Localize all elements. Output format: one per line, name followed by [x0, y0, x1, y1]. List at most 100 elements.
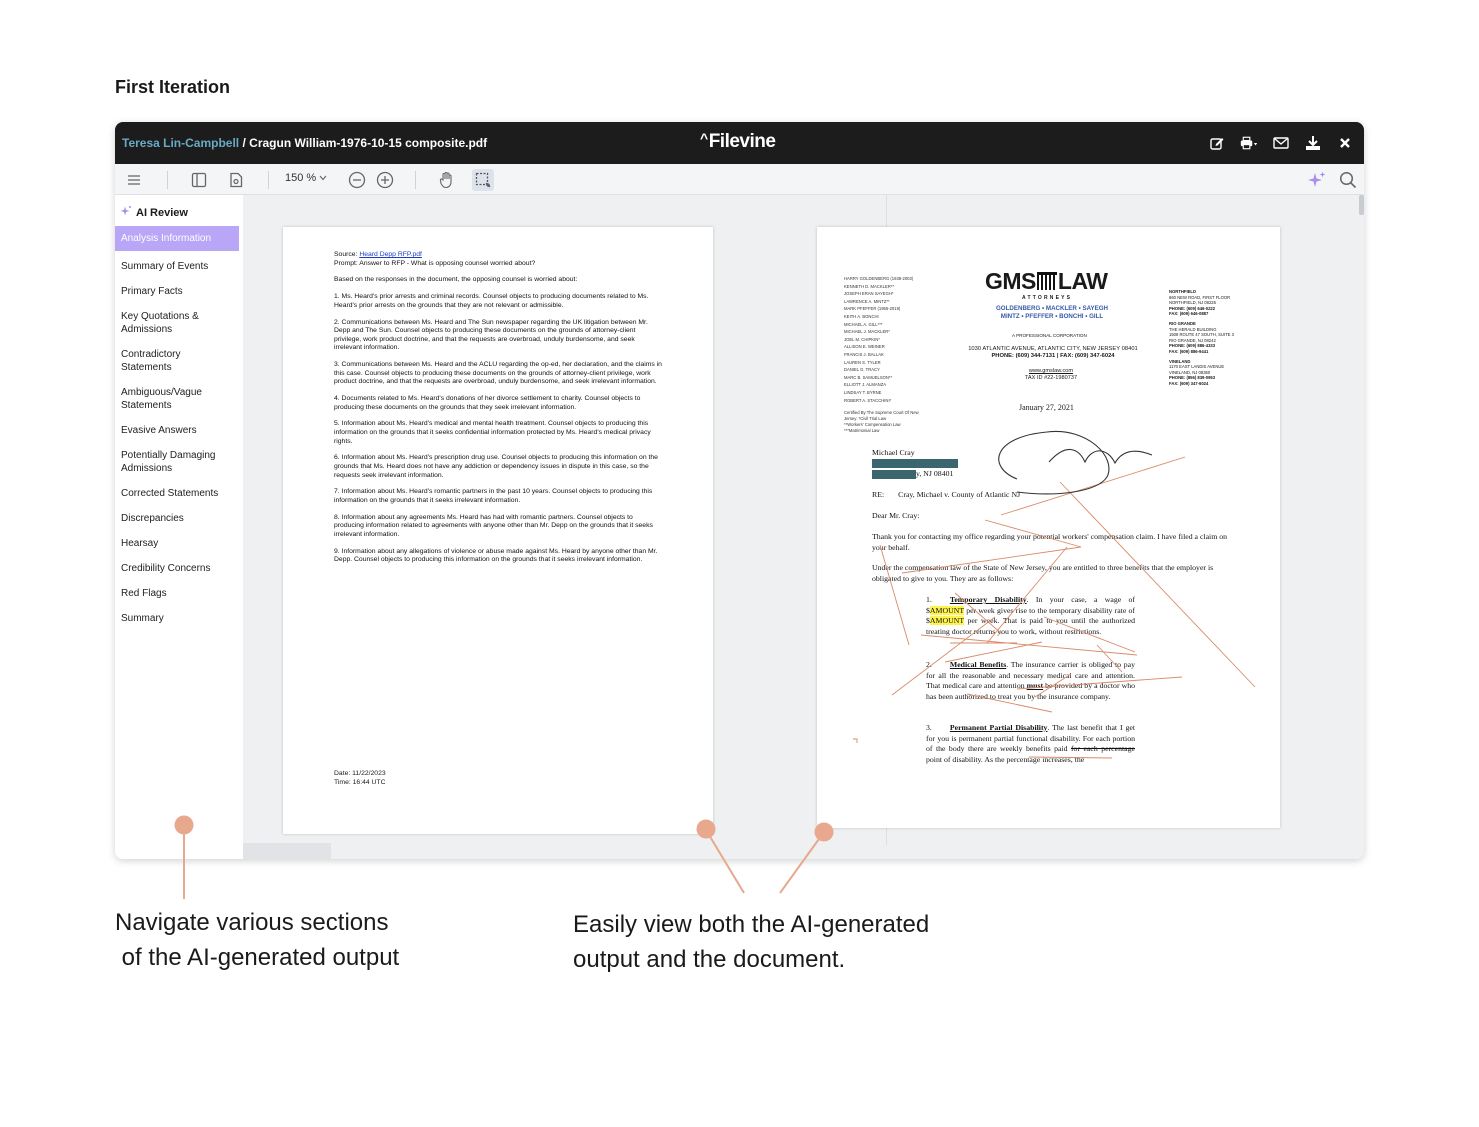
- office-line: FAX: (609) 886-9441: [1169, 348, 1209, 354]
- attorney-name: LAWRENCE A. MINTZ**: [844, 298, 890, 304]
- certification-note: ***Matrimonial Law: [844, 428, 880, 434]
- sidebar-item-summary[interactable]: Summary: [115, 612, 239, 625]
- attorney-name: JOEL M. CHIPKIN*: [844, 336, 880, 342]
- firm-subtitle: ATTORNEYS: [1022, 295, 1073, 301]
- search-icon[interactable]: [1337, 169, 1359, 191]
- title-bar: Teresa Lin-Campbell / Cragun William-197…: [115, 122, 1364, 164]
- firm-partners: GOLDENBERG • MACKLER • SAYEGH MINTZ • PF…: [984, 305, 1120, 321]
- caption-line: Easily view both the AI-generated: [573, 911, 930, 938]
- item-title: Permanent Partial Disability: [949, 723, 1048, 732]
- attorney-name: HARRY GOLDENBERG (1938-2003): [844, 276, 914, 281]
- recipient-city-line: y, NJ 08401: [872, 469, 958, 480]
- concern-item: 7. Information about Ms. Heard's romanti…: [334, 488, 653, 504]
- sidebar-item-contradictory-statements[interactable]: Contradictory Statements: [115, 348, 239, 374]
- sidebar-item-summary-of-events[interactable]: Summary of Events: [115, 260, 239, 273]
- logo-right: LAW: [1057, 268, 1108, 294]
- close-icon[interactable]: [1336, 134, 1354, 152]
- caption-right: Easily view both the AI-generated output…: [573, 907, 929, 977]
- attorney-name: LAUREN S. TYLER: [844, 359, 881, 365]
- sidebar-item-hearsay[interactable]: Hearsay: [115, 537, 239, 550]
- attorney-name: JOSEPH ERAN SAYEGH*: [844, 291, 894, 297]
- concern-item: 4. Documents related to Ms. Heard's dona…: [334, 395, 641, 411]
- zoom-in-icon[interactable]: [374, 169, 396, 191]
- menu-icon[interactable]: [123, 169, 145, 191]
- office-line: FAX: (609) 646-0887: [1169, 311, 1209, 317]
- website: www.gmslaw.com: [1028, 368, 1074, 374]
- annotation-stroke: [944, 641, 1043, 663]
- sidebar-item-analysis-information[interactable]: Analysis Information: [115, 226, 239, 251]
- ai-output-footer: Date: 11/22/2023 Time: 16:44 UTC: [334, 770, 386, 787]
- office-line: FAX: (609) 347-6024: [1169, 380, 1209, 386]
- breadcrumb-client-link[interactable]: Teresa Lin-Campbell: [122, 136, 239, 150]
- phone-line: PHONE: (609) 344-7131 | FAX: (609) 347-6…: [991, 353, 1115, 359]
- zoom-value: 150 %: [285, 172, 317, 184]
- attorney-name: MARK PFEFFER (1955-2019): [844, 306, 901, 312]
- attorney-name: MARC B. SAMUELSON**: [844, 374, 893, 380]
- titlebar-actions: [1208, 134, 1354, 152]
- firm-partners-line: MINTZ • PFEFFER • BONCHI • GILL: [1000, 313, 1104, 320]
- marquee-select-icon[interactable]: [472, 169, 494, 191]
- annotation-stroke: [879, 544, 910, 646]
- caption-line: output and the document.: [573, 946, 846, 973]
- pdf-viewer-app: Teresa Lin-Campbell / Cragun William-197…: [115, 122, 1364, 859]
- sidebar-item-evasive-answers[interactable]: Evasive Answers: [115, 424, 239, 437]
- benefit-item-3: 3. Permanent Partial Disability. The last…: [926, 723, 1135, 765]
- sidebar-item-discrepancies[interactable]: Discrepancies: [115, 512, 239, 525]
- struck-text: for each percentage: [1070, 744, 1135, 753]
- horizontal-scrollbar[interactable]: [243, 843, 331, 859]
- concern-item: 8. Information about any agreements Ms. …: [334, 513, 653, 538]
- edit-icon[interactable]: [1208, 134, 1226, 152]
- letter-date: January 27, 2021: [1019, 403, 1074, 412]
- annotation-stroke: [1059, 481, 1256, 688]
- ai-review-label: AI Review: [136, 206, 188, 219]
- letter-paragraph: Under the compensation law of the State …: [872, 563, 1214, 583]
- output-date: Date: 11/22/2023: [334, 770, 386, 777]
- sidebar-item-potentially-damaging-admissions[interactable]: Potentially Damaging Admissions: [115, 449, 239, 475]
- page-view-icon[interactable]: [225, 169, 247, 191]
- sidebar-item-ambiguous-statements[interactable]: Ambiguous/Vague Statements: [115, 386, 239, 412]
- sidebar-item-corrected-statements[interactable]: Corrected Statements: [115, 487, 239, 500]
- redaction-bar: [872, 469, 916, 479]
- print-icon[interactable]: [1240, 134, 1258, 152]
- attorney-name: LINDSAY T. BYRNE: [844, 389, 882, 395]
- ai-output-page: Source: Heard Depp RFP.pdf Prompt: Answe…: [283, 227, 713, 834]
- sidebar-item-credibility-concerns[interactable]: Credibility Concerns: [115, 562, 239, 575]
- vertical-scrollbar[interactable]: [1359, 195, 1364, 215]
- concern-item: 9. Information about any allegations of …: [334, 547, 658, 564]
- annotation-stroke: [1000, 456, 1186, 516]
- ai-output-text: Source: Heard Depp RFP.pdf Prompt: Answe…: [334, 251, 664, 573]
- branch-offices: NORTHFIELD 660 NEW ROAD, FIRST FLOOR NOR…: [1169, 285, 1259, 387]
- breadcrumb-separator: /: [239, 136, 250, 150]
- ai-sparkle-icon[interactable]: [1306, 169, 1328, 191]
- annotation-stroke: [920, 634, 1138, 656]
- zoom-select[interactable]: 150 %: [285, 172, 327, 184]
- sidebar-toggle-icon[interactable]: [188, 169, 210, 191]
- firm-corp-type: A PROFESSIONAL CORPORATION: [1012, 333, 1087, 338]
- firm-web: www.gmslaw.com TAX ID #22-1980737: [1021, 368, 1081, 382]
- attorney-name: MICHAEL J. MACKLER*: [844, 329, 890, 335]
- attorney-name: ELLIOTT J. ALMANZA: [844, 382, 887, 388]
- ai-review-title: AI Review: [120, 205, 188, 220]
- output-time: Time: 16:44 UTC: [334, 778, 386, 786]
- source-link[interactable]: Heard Depp RFP.pdf: [359, 251, 422, 258]
- download-icon[interactable]: [1304, 134, 1322, 152]
- caption-line: of the AI-generated output: [115, 944, 400, 971]
- salutation: Dear Mr. Cray:: [872, 511, 920, 520]
- pan-hand-icon[interactable]: [436, 169, 458, 191]
- re-label: RE:: [872, 490, 885, 499]
- sidebar-item-primary-facts[interactable]: Primary Facts: [115, 285, 239, 298]
- item-text: point of disability. As the percentage i…: [926, 754, 1085, 764]
- mail-icon[interactable]: [1272, 134, 1290, 152]
- sidebar-item-key-quotations[interactable]: Key Quotations & Admissions: [115, 310, 239, 336]
- recipient-block: Michael Cray y, NJ 08401: [872, 448, 958, 480]
- toolbar-divider: [415, 171, 416, 189]
- zoom-out-icon[interactable]: [346, 169, 368, 191]
- attorney-name: DANIEL G. TRACY: [844, 367, 880, 373]
- sidebar-section-list: Analysis Information Summary of Events P…: [115, 226, 239, 625]
- item-number: 2.: [926, 660, 932, 669]
- sidebar-item-red-flags[interactable]: Red Flags: [115, 587, 239, 600]
- recipient-city: y, NJ 08401: [916, 469, 954, 478]
- firm-address: 1030 ATLANTIC AVENUE, ATLANTIC CITY, NEW…: [955, 346, 1151, 360]
- toolbar-divider: [167, 171, 168, 189]
- document-viewer: ⠿ Source: Heard Depp RFP.pdf Prompt: Ans…: [243, 195, 1364, 859]
